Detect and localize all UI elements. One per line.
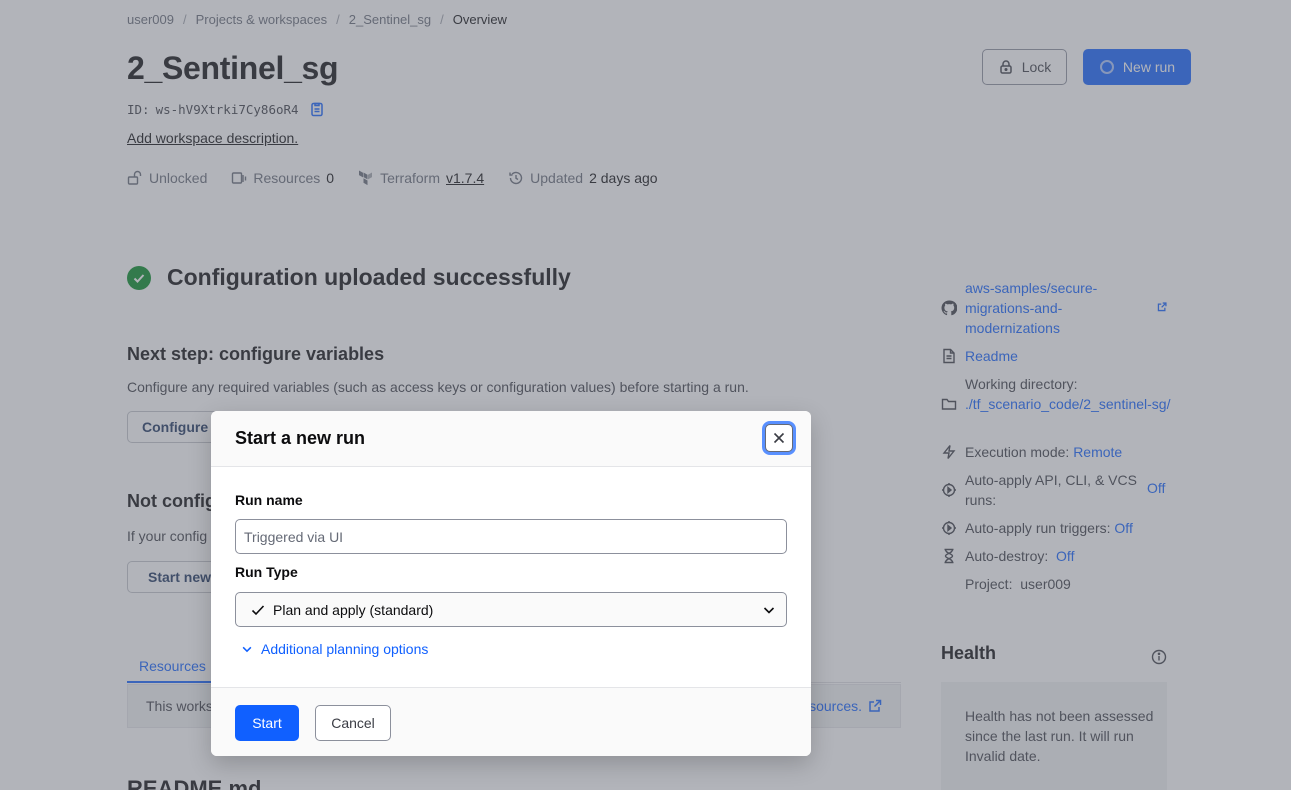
run-type-selected: Plan and apply (standard): [273, 601, 434, 618]
start-run-modal: Start a new run Run name Run Type Plan a…: [211, 411, 811, 756]
run-name-label: Run name: [235, 492, 303, 508]
chevron-down-icon: [763, 607, 775, 614]
modal-title: Start a new run: [235, 428, 366, 448]
cancel-button[interactable]: Cancel: [315, 705, 391, 741]
additional-planning-options-label: Additional planning options: [261, 641, 429, 657]
modal-header: Start a new run: [211, 411, 811, 467]
additional-planning-options-toggle[interactable]: Additional planning options: [241, 641, 428, 657]
modal-footer: Start Cancel: [211, 687, 811, 756]
run-type-label: Run Type: [235, 564, 298, 580]
checkmark-icon: [251, 604, 265, 615]
close-icon: [773, 432, 785, 444]
modal-close-button[interactable]: [765, 424, 793, 452]
chevron-down-icon: [242, 646, 252, 653]
start-button[interactable]: Start: [235, 705, 299, 741]
run-name-input[interactable]: [235, 519, 787, 554]
run-type-select[interactable]: Plan and apply (standard): [235, 592, 787, 627]
